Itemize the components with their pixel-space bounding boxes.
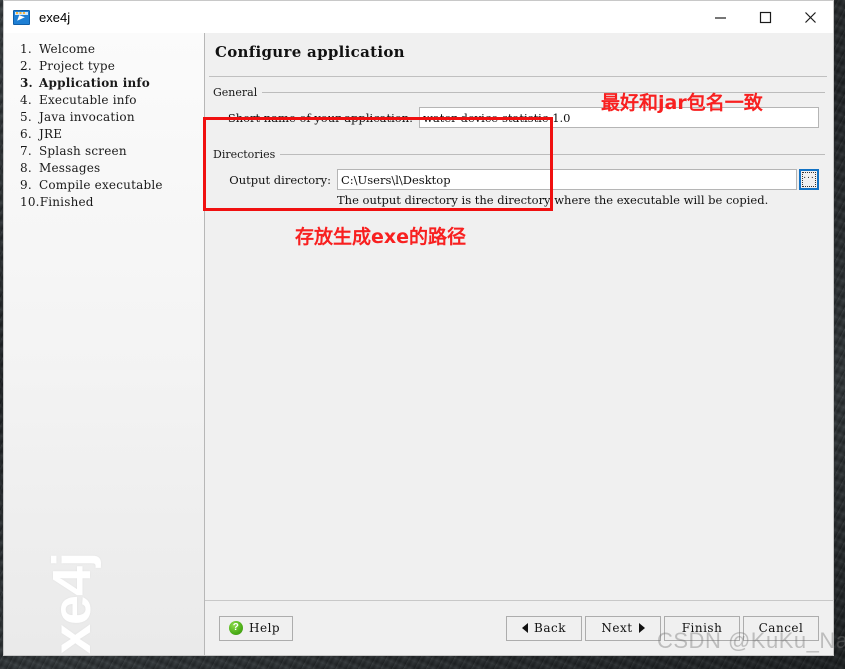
back-button-label: Back [534, 621, 566, 635]
step-number: 8. [20, 160, 32, 175]
directories-group-title: Directories [213, 147, 276, 161]
window-body: 1. Welcome 2. Project type 3. Application i… [4, 33, 833, 655]
sidebar-item-jre[interactable]: 6. JRE [4, 125, 204, 142]
step-number: 9. [20, 177, 32, 192]
exe4j-app-icon [13, 9, 30, 25]
arrow-right-icon [638, 623, 645, 633]
step-number: 3. [20, 75, 33, 90]
directories-group: Directories Output directory: ... [213, 147, 825, 214]
step-number: 2. [20, 58, 32, 73]
step-label: Java invocation [39, 109, 135, 124]
output-directory-label: Output directory: [229, 172, 331, 187]
help-button-label: Help [249, 621, 281, 635]
sidebar-item-executable-info[interactable]: 4. Executable info [4, 91, 204, 108]
navigation-buttons: Back Next Finish Cancel [506, 615, 819, 641]
step-label: Finished [39, 194, 94, 209]
sidebar-item-finished[interactable]: 10.Finished [4, 193, 204, 210]
sidebar-item-messages[interactable]: 8. Messages [4, 159, 204, 176]
wizard-footer: ? Help Back Next Finish Cancel [205, 600, 833, 655]
main-content-panel: Configure application General Short name… [205, 33, 833, 655]
exe4j-application-window: exe4j 1. Welcome 2. Project type 3. Applica… [3, 0, 834, 656]
step-number: 6. [20, 126, 32, 141]
next-button[interactable]: Next [585, 615, 661, 641]
output-directory-row: Output directory: ... [213, 169, 825, 190]
cancel-button[interactable]: Cancel [743, 615, 819, 641]
step-label: Executable info [39, 92, 137, 107]
step-label: Application info [39, 75, 150, 90]
output-directory-hint: The output directory is the directory wh… [337, 193, 769, 207]
short-name-label: Short name of your application: [227, 110, 413, 125]
step-label: Messages [39, 160, 101, 175]
step-label: Project type [39, 58, 115, 73]
next-button-label: Next [601, 621, 633, 635]
exe4j-sidebar-watermark: exe4j [42, 552, 102, 655]
step-number: 7. [20, 143, 32, 158]
browse-directory-button[interactable]: ... [799, 169, 819, 190]
maximize-icon[interactable] [743, 1, 788, 33]
help-icon: ? [229, 621, 243, 635]
cancel-button-label: Cancel [758, 621, 804, 635]
window-controls [698, 1, 833, 33]
general-group-title: General [213, 85, 258, 99]
sidebar-item-compile-executable[interactable]: 9. Compile executable [4, 176, 204, 193]
step-number: 5. [20, 109, 32, 124]
group-divider-line [280, 153, 825, 155]
step-number: 1. [20, 41, 32, 56]
sidebar-item-java-invocation[interactable]: 5. Java invocation [4, 108, 204, 125]
arrow-left-icon [522, 623, 529, 633]
sidebar-item-project-type[interactable]: 2. Project type [4, 57, 204, 74]
step-label: Compile executable [39, 177, 163, 192]
window-title: exe4j [39, 9, 71, 25]
sidebar-item-application-info[interactable]: 3. Application info [4, 74, 204, 91]
settings-content: General Short name of your application: … [205, 77, 833, 600]
page-title: Configure application [215, 43, 405, 61]
step-number: 10. [20, 194, 40, 209]
step-label: Welcome [39, 41, 96, 56]
minimize-icon[interactable] [698, 1, 743, 33]
output-directory-input[interactable] [337, 169, 797, 190]
help-button[interactable]: ? Help [219, 615, 293, 641]
page-header: Configure application [205, 33, 833, 69]
window-titlebar: exe4j [4, 1, 833, 33]
general-group: General Short name of your application: [213, 85, 825, 135]
finish-button[interactable]: Finish [664, 615, 740, 641]
back-button[interactable]: Back [506, 615, 582, 641]
sidebar-item-welcome[interactable]: 1. Welcome [4, 40, 204, 57]
short-name-input[interactable] [419, 107, 819, 128]
output-directory-hint-row: The output directory is the directory wh… [213, 193, 825, 207]
step-label: JRE [39, 126, 63, 141]
step-number: 4. [20, 92, 32, 107]
wizard-step-sidebar: 1. Welcome 2. Project type 3. Application i… [4, 33, 205, 655]
ellipsis-icon: ... [803, 171, 815, 181]
finish-button-label: Finish [681, 621, 723, 635]
sidebar-item-splash-screen[interactable]: 7. Splash screen [4, 142, 204, 159]
step-label: Splash screen [39, 143, 127, 158]
group-divider-line [262, 91, 825, 93]
short-name-row: Short name of your application: [213, 107, 825, 128]
close-icon[interactable] [788, 1, 833, 33]
